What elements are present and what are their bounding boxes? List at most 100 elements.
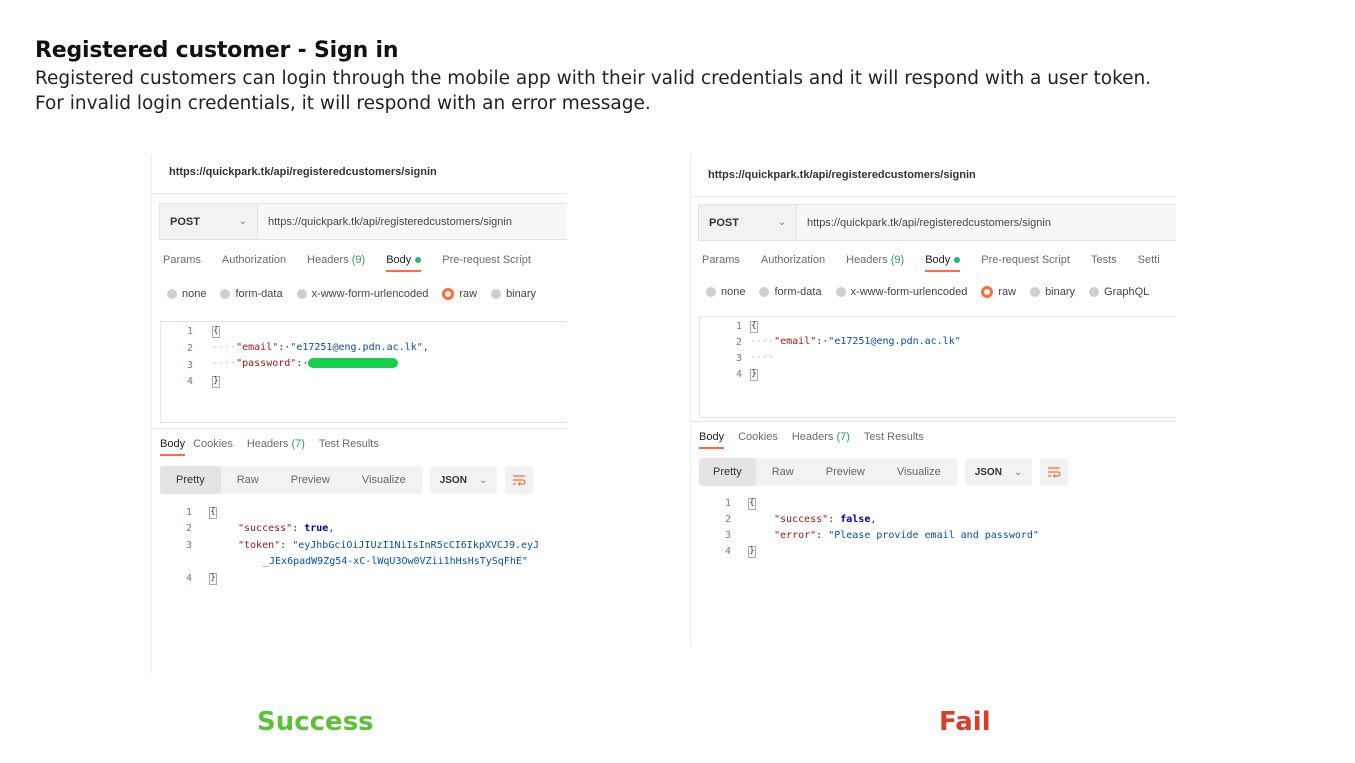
- tab-prerequest-script[interactable]: Pre-request Script: [442, 254, 531, 272]
- request-body-editor[interactable]: 1 2 3 4 { ····"email":·"e17251@eng.pdn.a…: [699, 316, 1176, 418]
- description-line-1: Registered customers can login through t…: [35, 68, 1152, 89]
- method-select[interactable]: POST ⌄: [699, 205, 797, 240]
- radio-icon: [706, 287, 716, 297]
- radio-form-data[interactable]: form-data: [220, 288, 283, 300]
- tab-response-headers-label: Headers: [246, 438, 289, 450]
- radio-graphql[interactable]: GraphQL: [1089, 286, 1149, 298]
- radio-none[interactable]: none: [706, 286, 745, 298]
- tab-prerequest-script[interactable]: Pre-request Script: [981, 254, 1070, 272]
- error-value: "Please provide email and password": [828, 530, 1039, 541]
- tab-authorization[interactable]: Authorization: [222, 254, 286, 272]
- success-label: Success: [257, 707, 374, 737]
- radio-binary[interactable]: binary: [1030, 286, 1075, 298]
- radio-form-data[interactable]: form-data: [759, 286, 822, 298]
- headers-count: (9): [890, 254, 905, 266]
- tab-settings[interactable]: Setti: [1138, 254, 1160, 272]
- url-input[interactable]: https://quickpark.tk/api/registeredcusto…: [258, 216, 512, 228]
- format-label: JSON: [439, 474, 467, 486]
- wrap-lines-button[interactable]: [505, 466, 534, 494]
- divider: [152, 193, 567, 194]
- tab-test-results[interactable]: Test Results: [319, 438, 379, 456]
- line-number: 3: [724, 530, 731, 541]
- method-select[interactable]: POST ⌄: [160, 204, 258, 239]
- format-select[interactable]: JSON ⌄: [429, 466, 498, 494]
- success-key: "success": [774, 514, 829, 525]
- radio-graphql-label: GraphQL: [1104, 286, 1150, 298]
- fail-request-panel: https://quickpark.tk/api/registeredcusto…: [690, 155, 1176, 645]
- url-input[interactable]: https://quickpark.tk/api/registeredcusto…: [797, 217, 1051, 229]
- email-value: "e17251@eng.pdn.ac.lk": [828, 336, 961, 347]
- tab-headers[interactable]: Headers (9): [307, 254, 365, 272]
- token-value: "eyJhbGciOiJIUzI1NiIsInR5cCI6IkpXVCJ9.ey…: [292, 540, 540, 551]
- email-value: "e17251@eng.pdn.ac.lk": [290, 342, 423, 353]
- fold-brace-icon: {: [748, 498, 756, 510]
- fold-brace-icon: }: [209, 573, 217, 585]
- radio-selected-icon: [981, 286, 994, 298]
- wrap-lines-icon: [513, 475, 526, 486]
- tab-authorization[interactable]: Authorization: [761, 254, 825, 272]
- headers-count: (7): [291, 438, 305, 450]
- view-mode-selector: Pretty Raw Preview Visualize: [160, 466, 422, 494]
- tab-cookies[interactable]: Cookies: [738, 431, 778, 449]
- radio-urlencoded[interactable]: x-www-form-urlencoded: [835, 286, 967, 298]
- mode-preview[interactable]: Preview: [810, 458, 881, 486]
- view-mode-selector: Pretty Raw Preview Visualize: [699, 458, 957, 486]
- tab-cookies[interactable]: Cookies: [193, 438, 233, 456]
- tab-response-body[interactable]: Body: [699, 431, 725, 449]
- email-key: "email": [236, 342, 279, 353]
- radio-icon: [296, 289, 307, 299]
- radio-raw[interactable]: raw: [442, 288, 477, 300]
- format-select[interactable]: JSON ⌄: [964, 458, 1033, 486]
- tab-response-body[interactable]: Body: [160, 438, 186, 456]
- mode-raw[interactable]: Raw: [756, 458, 810, 486]
- divider: [691, 196, 1176, 197]
- mode-preview[interactable]: Preview: [275, 466, 346, 494]
- tab-test-results[interactable]: Test Results: [864, 431, 924, 449]
- line-number: 4: [185, 573, 192, 584]
- line-number: 3: [185, 540, 192, 551]
- request-bar: POST ⌄ https://quickpark.tk/api/register…: [698, 204, 1176, 241]
- mode-visualize[interactable]: Visualize: [346, 466, 422, 494]
- response-tabs: Body Cookies Headers (7) Test Results: [699, 431, 945, 449]
- radio-none[interactable]: none: [167, 288, 206, 300]
- request-body-editor[interactable]: 1 2 3 4 { ····"email":·"e17251@eng.pdn.a…: [160, 321, 567, 423]
- tab-params[interactable]: Params: [702, 254, 740, 272]
- chevron-down-icon: ⌄: [238, 216, 247, 227]
- token-value-continued: _JEx6padW9Zg54-xC-lWqU3Ow0VZii1hHsHsTySq…: [263, 556, 528, 567]
- tab-response-headers-label: Headers: [791, 431, 834, 443]
- radio-binary[interactable]: binary: [491, 288, 536, 300]
- tab-response-headers[interactable]: Headers (7): [792, 431, 850, 449]
- wrap-lines-button[interactable]: [1040, 458, 1069, 486]
- redacted-password: [308, 358, 399, 368]
- tab-body[interactable]: Body: [925, 254, 961, 272]
- radio-raw[interactable]: raw: [981, 286, 1016, 298]
- request-url-title: https://quickpark.tk/api/registeredcusto…: [169, 166, 437, 178]
- wrap-lines-icon: [1048, 467, 1061, 478]
- line-number: 3: [735, 353, 742, 364]
- method-label: POST: [709, 216, 739, 229]
- mode-visualize[interactable]: Visualize: [881, 458, 957, 486]
- mode-pretty[interactable]: Pretty: [160, 466, 221, 494]
- request-tabs: Params Authorization Headers (9) Body Pr…: [163, 254, 552, 272]
- radio-urlencoded[interactable]: x-www-form-urlencoded: [296, 288, 429, 300]
- tab-tests[interactable]: Tests: [1091, 254, 1117, 272]
- mode-raw[interactable]: Raw: [221, 466, 275, 494]
- fold-brace-icon: }: [750, 369, 758, 381]
- radio-raw-label: raw: [998, 286, 1017, 298]
- request-bar: POST ⌄ https://quickpark.tk/api/register…: [159, 203, 567, 240]
- password-key: "password": [236, 358, 297, 369]
- success-request-panel: https://quickpark.tk/api/registeredcusto…: [151, 155, 567, 673]
- tab-body[interactable]: Body: [386, 254, 422, 272]
- body-type-radios: none form-data x-www-form-urlencoded raw…: [706, 286, 1163, 298]
- radio-none-label: none: [721, 286, 746, 298]
- tab-response-headers[interactable]: Headers (7): [247, 438, 305, 456]
- body-type-radios: none form-data x-www-form-urlencoded raw…: [167, 288, 550, 300]
- status-dot-icon: [954, 257, 961, 264]
- tab-params[interactable]: Params: [163, 254, 201, 272]
- radio-form-data-label: form-data: [235, 288, 283, 300]
- radio-urlencoded-label: x-www-form-urlencoded: [311, 288, 429, 300]
- line-number: 4: [724, 546, 731, 557]
- tab-headers[interactable]: Headers (9): [846, 254, 904, 272]
- chevron-down-icon: ⌄: [478, 474, 488, 486]
- mode-pretty[interactable]: Pretty: [699, 458, 756, 486]
